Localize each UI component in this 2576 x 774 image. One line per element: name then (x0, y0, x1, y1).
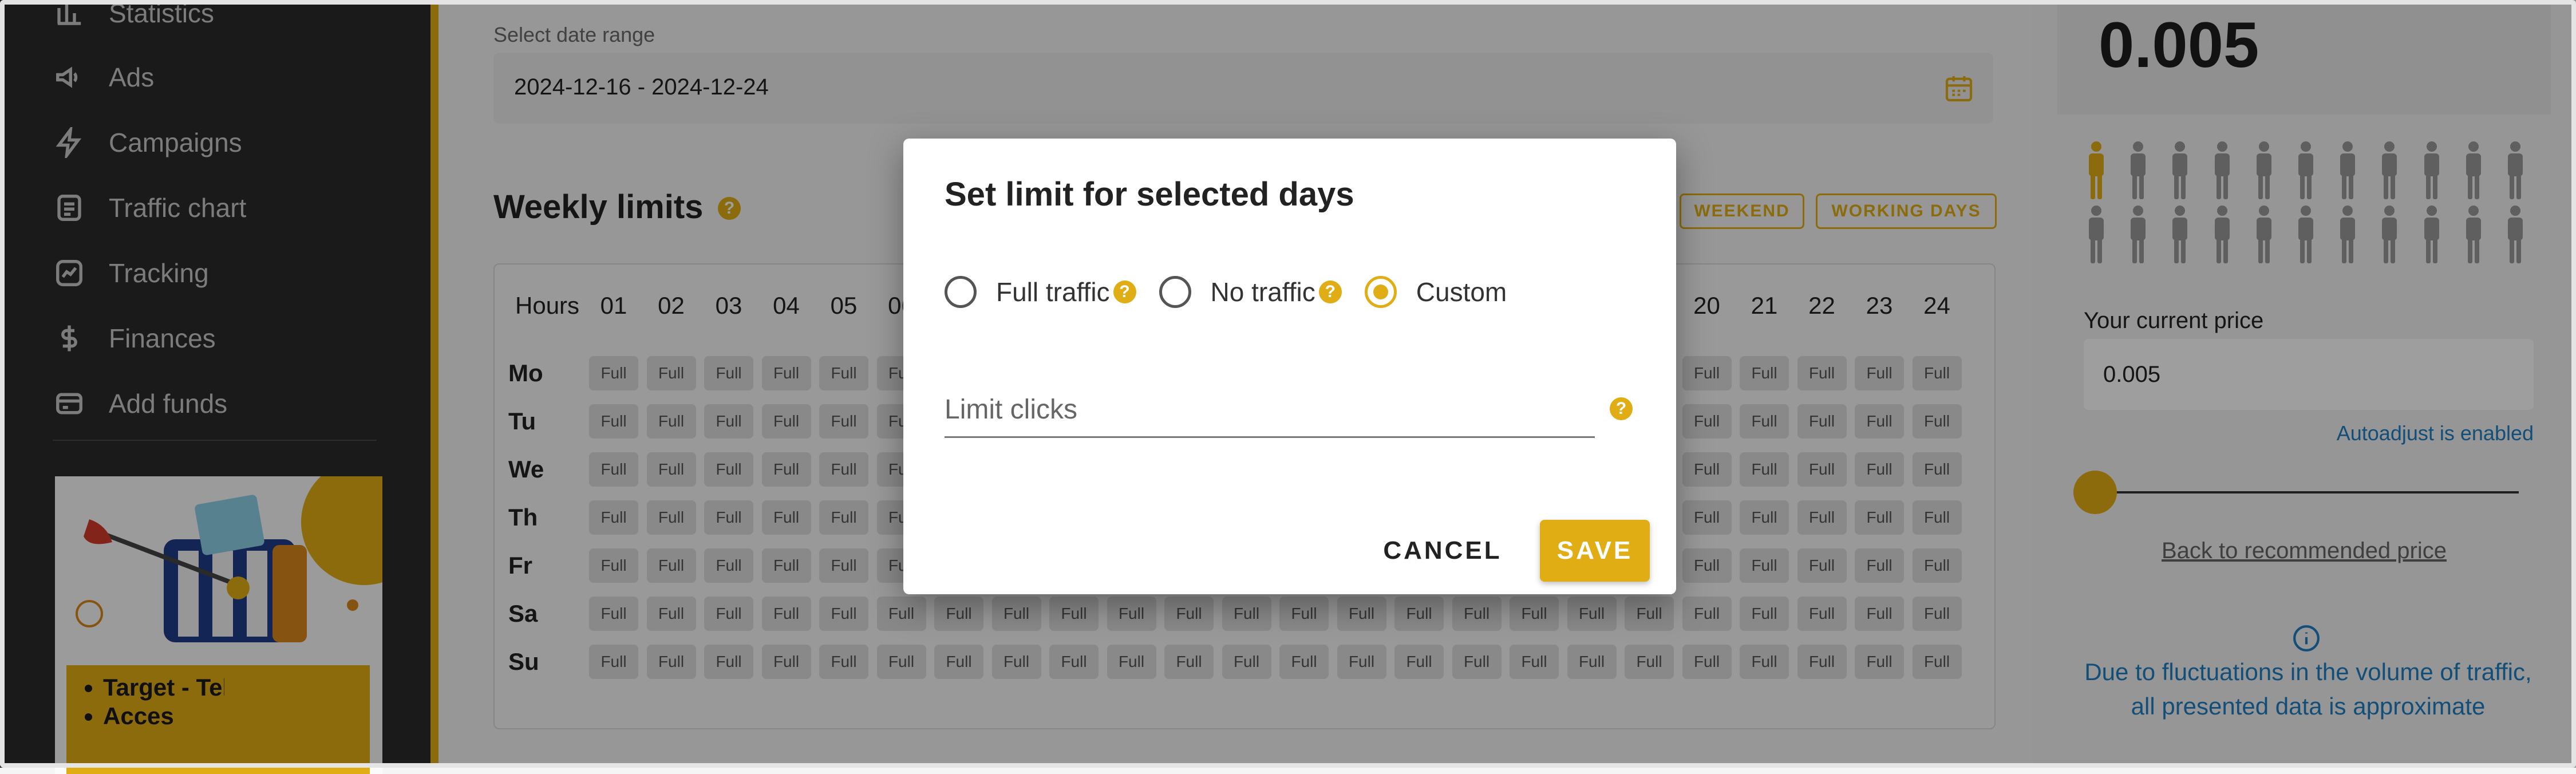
dialog-title: Set limit for selected days (945, 176, 1354, 213)
cancel-button[interactable]: CANCEL (1357, 522, 1528, 579)
radio-custom[interactable] (1364, 276, 1397, 308)
limit-clicks-input[interactable] (945, 385, 1595, 434)
option-label: Full traffic (996, 277, 1110, 307)
help-icon[interactable]: ? (1113, 281, 1136, 303)
option-full-traffic[interactable]: Full traffic ? (945, 276, 1136, 308)
option-custom[interactable]: Custom (1364, 276, 1507, 308)
set-limit-dialog: Set limit for selected days Full traffic… (903, 139, 1676, 594)
help-icon[interactable]: ? (1610, 397, 1633, 420)
save-button[interactable]: SAVE (1540, 520, 1650, 582)
help-icon[interactable]: ? (1318, 281, 1342, 303)
radio-full-traffic[interactable] (945, 276, 977, 308)
radio-no-traffic[interactable] (1159, 276, 1191, 308)
option-no-traffic[interactable]: No traffic ? (1159, 276, 1342, 308)
option-label: Custom (1416, 277, 1507, 307)
option-label: No traffic (1210, 277, 1315, 307)
limit-clicks-field[interactable] (945, 385, 1595, 438)
traffic-option-group: Full traffic ? No traffic ? Custom (945, 276, 1530, 308)
